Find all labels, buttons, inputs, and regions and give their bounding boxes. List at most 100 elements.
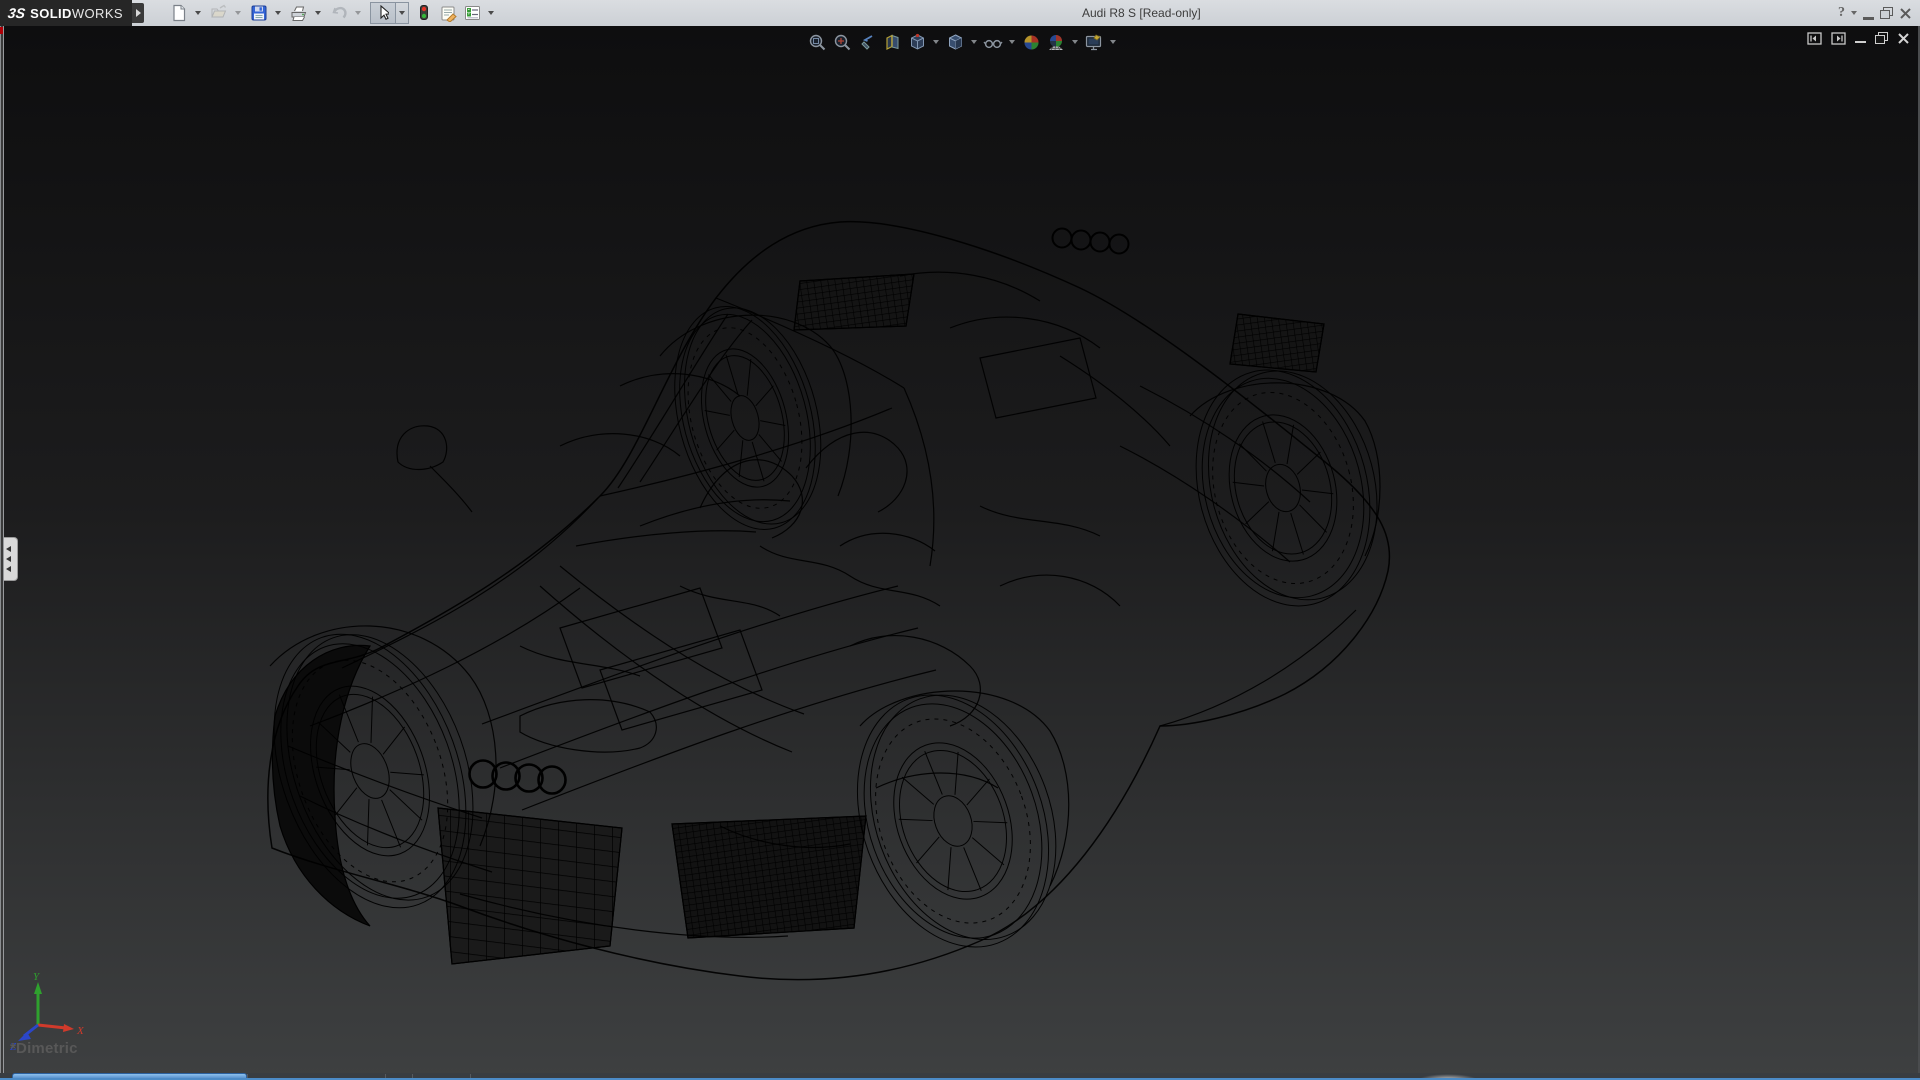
solidworks-window: 3S SOLIDWORKS (0, 0, 1920, 1080)
chevron-down-icon (1072, 40, 1078, 44)
select-tool-button[interactable] (370, 2, 396, 24)
view-settings-button[interactable] (1083, 31, 1105, 53)
triad-y-label: Y (33, 971, 41, 983)
previous-window-button[interactable] (1807, 30, 1822, 46)
close-button[interactable] (1899, 3, 1912, 23)
restore-icon (1875, 32, 1888, 44)
chevron-left-icon (6, 556, 11, 562)
eyeglasses-icon (983, 33, 1003, 52)
car-wireframe-model (0, 26, 1920, 1080)
zoom-to-fit-button[interactable] (806, 31, 828, 53)
next-window-button[interactable] (1831, 30, 1846, 46)
minimize-icon (1855, 41, 1866, 44)
save-button[interactable] (248, 2, 270, 24)
open-document-dropdown[interactable] (232, 2, 243, 24)
close-icon (1899, 7, 1912, 20)
zoom-to-fit-icon (808, 33, 827, 52)
display-style-dropdown[interactable] (969, 31, 979, 53)
chevron-down-icon (315, 11, 321, 15)
hide-show-items-button[interactable] (982, 31, 1004, 53)
view-orientation-dropdown[interactable] (931, 31, 941, 53)
chevron-down-icon (1110, 40, 1116, 44)
traffic-light-icon (415, 4, 433, 22)
options-dropdown[interactable] (485, 2, 496, 24)
display-style-icon (946, 33, 965, 52)
display-style-button[interactable] (944, 31, 966, 53)
save-floppy-icon (250, 4, 268, 22)
help-button[interactable]: ? (1838, 3, 1845, 23)
open-document-button[interactable] (208, 2, 230, 24)
chevron-left-icon (6, 566, 11, 572)
close-document-button[interactable] (1897, 30, 1910, 46)
previous-view-button[interactable] (856, 31, 878, 53)
view-settings-dropdown[interactable] (1108, 31, 1118, 53)
document-window-controls (1807, 30, 1910, 46)
apply-scene-icon (1046, 33, 1066, 52)
rebuild-button[interactable] (413, 2, 435, 24)
heads-up-view-toolbar (806, 29, 1118, 55)
print-button[interactable] (288, 2, 310, 24)
solidworks-logo-mark: 3S (7, 5, 26, 21)
taskbar-edge (0, 1073, 1920, 1080)
chevron-down-icon (933, 40, 939, 44)
select-tool-group (370, 2, 409, 24)
previous-view-icon (858, 33, 877, 52)
new-document-dropdown[interactable] (192, 2, 203, 24)
close-icon (1897, 32, 1910, 45)
restore-document-button[interactable] (1875, 30, 1888, 46)
main-toolbar (168, 0, 499, 26)
next-window-icon (1831, 32, 1846, 45)
triad-x-label: X (76, 1025, 85, 1037)
audi-rings-front (470, 761, 566, 794)
chevron-down-icon (275, 11, 281, 15)
new-document-button[interactable] (168, 2, 190, 24)
undo-icon (330, 4, 348, 22)
cursor-arrow-icon (377, 5, 389, 21)
options-button[interactable] (461, 2, 483, 24)
view-orientation-button[interactable] (906, 31, 928, 53)
solidworks-logo-text: SOLIDWORKS (30, 6, 123, 21)
zoom-to-area-button[interactable] (831, 31, 853, 53)
titlebar-controls: ? (1838, 0, 1912, 26)
options-checklist-icon (463, 4, 482, 22)
minimize-icon (1863, 17, 1874, 20)
chevron-down-icon (1009, 40, 1015, 44)
undo-button[interactable] (328, 2, 350, 24)
save-dropdown[interactable] (272, 2, 283, 24)
select-tool-dropdown[interactable] (396, 2, 409, 24)
previous-window-icon (1807, 32, 1822, 45)
appearance-ball-icon (1022, 33, 1041, 52)
edit-appearance-button[interactable] (1020, 31, 1042, 53)
file-properties-icon (439, 4, 458, 22)
apply-scene-dropdown[interactable] (1070, 31, 1080, 53)
undo-dropdown[interactable] (352, 2, 363, 24)
chevron-down-icon (399, 11, 405, 15)
hide-show-items-dropdown[interactable] (1007, 31, 1017, 53)
solidworks-logo[interactable]: 3S SOLIDWORKS (0, 0, 132, 26)
view-settings-icon (1084, 33, 1104, 52)
menu-expand-button[interactable] (132, 3, 144, 23)
help-dropdown[interactable] (1851, 3, 1857, 23)
chevron-down-icon (1851, 11, 1857, 15)
minimize-document-button[interactable] (1855, 30, 1866, 46)
restore-icon (1880, 7, 1893, 19)
audi-rings-rear (1053, 229, 1129, 254)
graphics-viewport[interactable]: Y X Z *Dimetric (0, 26, 1920, 1080)
chevron-down-icon (971, 40, 977, 44)
file-properties-button[interactable] (437, 2, 459, 24)
minimize-button[interactable] (1863, 3, 1874, 23)
open-folder-icon (210, 4, 228, 22)
chevron-down-icon (355, 11, 361, 15)
apply-scene-button[interactable] (1045, 31, 1067, 53)
chevron-left-icon (6, 546, 11, 552)
chevron-down-icon (195, 11, 201, 15)
window-left-border (0, 26, 5, 1080)
window-title: Audi R8 S [Read-only] (1082, 0, 1201, 26)
section-view-button[interactable] (881, 31, 903, 53)
printer-icon (290, 4, 308, 22)
print-dropdown[interactable] (312, 2, 323, 24)
restore-button[interactable] (1880, 3, 1893, 23)
zoom-to-area-icon (833, 33, 852, 52)
red-edge-mark (0, 27, 3, 34)
section-view-icon (883, 33, 902, 52)
